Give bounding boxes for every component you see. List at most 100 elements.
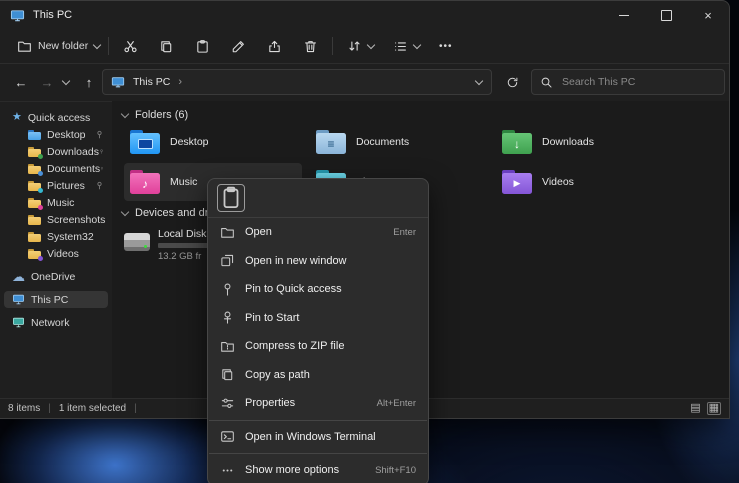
menu-item-label: Show more options [245,464,365,476]
sidebar-item-onedrive[interactable]: ☁ OneDrive [4,268,108,285]
selection-count: 1 item selected [59,403,126,414]
address-bar[interactable]: This PC › [102,69,492,95]
breadcrumb-this-pc[interactable]: This PC [133,76,170,88]
sort-button[interactable] [340,31,381,61]
back-button[interactable]: ← [8,69,34,95]
sidebar-item-network[interactable]: Network [4,314,108,331]
maximize-button[interactable] [645,1,687,29]
sidebar-item-desktop[interactable]: Desktop [4,126,108,143]
view-button[interactable] [386,31,427,61]
pin-icon [95,181,104,190]
quick-access-star-icon: ★ [12,112,22,123]
new-folder-button[interactable]: New folder [10,31,107,61]
folder-name: Desktop [170,136,209,148]
minimize-button[interactable] [603,1,645,29]
sort-icon [347,39,362,54]
recent-locations-chevron[interactable] [58,69,74,95]
view-list-icon [393,39,408,54]
pin-icon [220,282,235,297]
folder-icon [28,181,41,191]
maximize-icon [661,10,672,21]
details-view-button[interactable]: ▤ [690,403,700,414]
trash-icon [303,39,318,54]
search-input[interactable] [560,75,714,89]
chevron-down-icon [121,109,129,117]
folder-icon [28,198,41,208]
pin-icon [220,310,235,325]
paste-button[interactable] [188,31,217,61]
hard-drive-icon [124,233,150,251]
context-menu-item-pin-quick-access[interactable]: Pin to Quick access [208,275,428,304]
command-bar: New folder ••• [0,29,729,64]
context-menu-item-compress-zip[interactable]: Compress to ZIP file [208,332,428,361]
close-button[interactable]: × [687,1,729,29]
sidebar-item-this-pc[interactable]: This PC [4,291,108,308]
address-dropdown-chevron[interactable] [475,76,483,84]
menu-separator [209,453,427,454]
delete-button[interactable] [296,31,325,61]
menu-item-label: Copy as path [245,369,406,381]
section-label: Folders (6) [135,109,188,121]
sidebar-item-system32[interactable]: System32 [4,228,108,245]
pin-icon [95,130,104,139]
menu-item-label: Pin to Start [245,312,406,324]
refresh-button[interactable] [499,69,525,95]
up-button[interactable]: ↑ [76,69,102,95]
copy-path-icon [220,367,235,382]
cut-button[interactable] [116,31,145,61]
documents-folder-icon: ≡ [316,130,346,154]
context-menu-item-open-windows-terminal[interactable]: Open in Windows Terminal [208,423,428,452]
copy-button[interactable] [152,31,181,61]
folder-tile-downloads[interactable]: ↓ Downloads [496,123,674,161]
context-menu-quick-actions [208,179,428,218]
sidebar-item-videos[interactable]: Videos [4,245,108,262]
status-divider: | [48,403,51,414]
network-icon [12,317,25,328]
new-folder-icon [17,39,32,54]
context-menu-item-pin-start[interactable]: Pin to Start [208,304,428,333]
sidebar-item-label: Downloads [47,146,99,158]
context-menu-item-open[interactable]: Open Enter [208,218,428,247]
large-icons-view-button[interactable]: ▦ [707,402,721,415]
paste-icon [195,39,210,54]
context-menu-item-open-new-window[interactable]: Open in new window [208,247,428,276]
clipboard-button[interactable] [217,184,245,212]
forward-button[interactable]: → [34,69,60,95]
sidebar-item-music[interactable]: Music [4,194,108,211]
menu-item-label: Open in new window [245,255,406,267]
folders-section-header[interactable]: Folders (6) [122,109,188,121]
context-menu: Open Enter Open in new window Pin to Qui… [207,178,429,483]
cloud-icon: ☁ [12,270,25,283]
monitor-icon [12,294,25,305]
sidebar-item-screenshots[interactable]: Screenshots [4,211,108,228]
sidebar-item-pictures[interactable]: Pictures [4,177,108,194]
desktop-folder-icon [130,130,160,154]
navigation-pane: ★ Quick access Desktop Downloads Documen… [0,101,112,399]
context-menu-item-show-more-options[interactable]: Show more options Shift+F10 [208,456,428,483]
menu-shortcut: Shift+F10 [375,465,416,476]
music-folder-icon: ♪ [130,170,160,194]
sidebar-item-quick-access[interactable]: ★ Quick access [4,109,108,126]
more-options-icon [220,463,235,478]
folder-tile-desktop[interactable]: Desktop [124,123,302,161]
folder-name: Documents [356,136,409,148]
folder-tile-videos[interactable]: ▶ Videos [496,163,674,201]
rename-button[interactable] [224,31,253,61]
share-button[interactable] [260,31,289,61]
folder-open-icon [220,225,235,240]
folder-tile-documents[interactable]: ≡ Documents [310,123,488,161]
sidebar-item-label: OneDrive [31,271,75,283]
context-menu-item-properties[interactable]: Properties Alt+Enter [208,389,428,418]
sidebar-item-label: Music [47,197,74,209]
context-menu-item-copy-as-path[interactable]: Copy as path [208,361,428,390]
sidebar-item-downloads[interactable]: Downloads [4,143,108,160]
window-title: This PC [33,9,72,21]
menu-separator [209,420,427,421]
sidebar-item-label: Videos [47,248,79,260]
sidebar-item-documents[interactable]: Documents [4,160,108,177]
scissors-icon [123,39,138,54]
folder-icon [28,249,41,259]
clipboard-icon [218,185,244,211]
menu-shortcut: Alt+Enter [377,398,416,409]
more-options-button[interactable]: ••• [432,31,460,61]
